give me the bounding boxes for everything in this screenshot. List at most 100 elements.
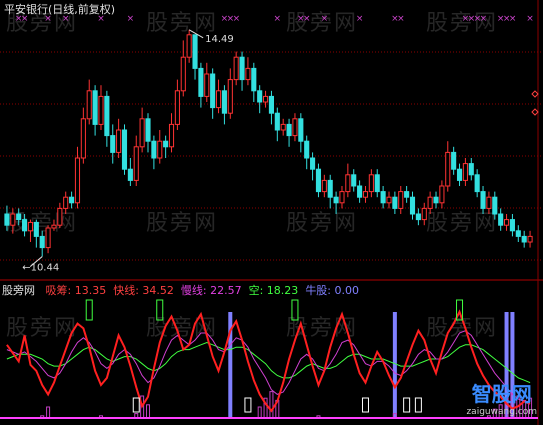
candle-body [163, 140, 169, 148]
candle-body [110, 135, 116, 153]
candle-body [257, 90, 263, 103]
logo: 智股网 zaiguwang.com [466, 378, 537, 417]
candle-body [22, 219, 28, 232]
stock-chart: 14.49←10.44×× × × × × ××× × ×× × × ×× ×××× ××× × [0, 0, 543, 425]
candle-body [263, 95, 269, 103]
candle-body [33, 221, 39, 237]
indicator-value-3: 空: 18.23 [248, 284, 299, 297]
candle-body [104, 95, 110, 137]
candle-body [286, 123, 292, 137]
candle-body [51, 224, 57, 229]
candle-body [374, 174, 380, 193]
candle-body [98, 95, 104, 125]
candle-body [339, 191, 345, 204]
accumulation-bar [46, 406, 51, 419]
candle-body [57, 207, 63, 226]
candle-body [386, 196, 392, 204]
slow-line [6, 330, 531, 402]
candle-body [121, 129, 128, 170]
green-signal-box [85, 299, 93, 321]
top-marker: × [526, 14, 534, 24]
candle-body [521, 235, 527, 243]
white-signal-box [132, 397, 140, 413]
candle-body [186, 34, 192, 58]
candle-body [456, 168, 463, 181]
candle-body [451, 151, 457, 170]
top-marker: × [303, 14, 311, 24]
candle-body [404, 191, 410, 198]
accumulation-bar [257, 406, 262, 419]
accumulation-bar [269, 391, 274, 419]
top-marker: × [127, 14, 135, 24]
top-marker: × [509, 14, 517, 24]
candle-body [215, 90, 222, 109]
top-marker: × [356, 14, 364, 24]
indicator-header: 股旁网 吸筹: 13.35 快线: 34.52 慢线: 22.57 空: 18.23 牛… [2, 282, 359, 298]
candle-body [116, 129, 122, 153]
candle-body [392, 196, 398, 209]
candle-body [421, 207, 427, 221]
candle-body [268, 95, 274, 114]
candle-body [310, 157, 316, 170]
candle-body [174, 90, 180, 125]
candle-body [4, 213, 10, 226]
top-marker: × [321, 14, 329, 24]
candle-body [245, 67, 251, 81]
candle-body [127, 168, 133, 181]
candle-body [221, 90, 227, 114]
green-signal-box [291, 299, 299, 321]
candle-body [492, 196, 498, 215]
low-label: ←10.44 [22, 263, 59, 274]
candle-body [133, 146, 139, 181]
candle-body [10, 213, 16, 226]
white-signal-box [361, 397, 369, 413]
indicator-value-2: 慢线: 22.57 [180, 284, 242, 297]
candle-body [192, 34, 198, 69]
candle-body [280, 123, 286, 131]
candle-body [139, 118, 145, 148]
accumulation-bar [146, 404, 151, 419]
diamond-marker [531, 108, 539, 116]
candle-body [415, 213, 421, 221]
candle-body [498, 213, 504, 226]
candle-body [204, 73, 210, 97]
candle-body [233, 56, 239, 81]
fast-line [6, 309, 531, 413]
candle-body [69, 196, 75, 204]
candle-body [445, 151, 451, 187]
candle-body [351, 174, 357, 187]
candle-body [239, 56, 245, 81]
logo-sub: zaiguwang.com [466, 407, 537, 417]
candle-body [298, 118, 304, 142]
candle-body [86, 90, 92, 120]
candle-body [292, 118, 298, 137]
candle-body [327, 179, 333, 198]
empty-line [6, 341, 531, 384]
candle-body [168, 123, 175, 148]
indicator-value-0: 吸筹: 13.35 [45, 284, 107, 297]
candle-body [304, 140, 310, 159]
candle-body [27, 221, 34, 232]
indicator-value-1: 快线: 34.52 [113, 284, 174, 297]
candle-body [157, 140, 163, 159]
top-marker: × [274, 14, 282, 24]
candle-body [480, 191, 486, 209]
candle-body [368, 174, 374, 193]
candle-body [74, 157, 81, 204]
candle-body [357, 185, 363, 198]
candle-body [39, 235, 45, 249]
candle-body [92, 90, 98, 125]
candle-body [409, 196, 416, 215]
candle-body [503, 219, 510, 226]
indicator-name: 股旁网 [2, 284, 35, 297]
candle-body [462, 163, 468, 181]
white-signal-box [414, 397, 422, 413]
candle-body [515, 230, 521, 237]
candle-body [321, 179, 327, 193]
top-marker: × [480, 14, 488, 24]
bull-bar [392, 312, 397, 418]
candle-body [45, 227, 51, 249]
candle-body [380, 191, 386, 204]
candle-body [210, 73, 216, 109]
candle-body [398, 191, 404, 209]
